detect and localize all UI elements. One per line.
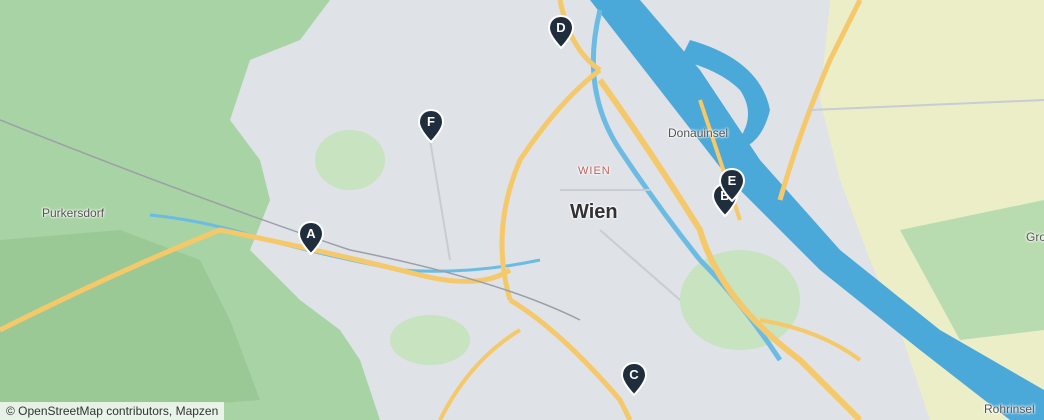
map-marker-e[interactable]: E bbox=[719, 168, 745, 202]
place-label-wien: Wien bbox=[570, 201, 618, 223]
park bbox=[315, 130, 385, 190]
map-marker-a[interactable]: A bbox=[298, 221, 324, 255]
marker-label: E bbox=[727, 173, 737, 188]
marker-label: C bbox=[629, 367, 639, 382]
marker-label: A bbox=[306, 226, 316, 241]
place-label-gro: Gro bbox=[1026, 230, 1044, 244]
map-marker-d[interactable]: D bbox=[548, 15, 574, 49]
district-label-wien: WIEN bbox=[578, 165, 611, 177]
map-marker-c[interactable]: C bbox=[621, 362, 647, 396]
place-label-donauinsel: Donauinsel bbox=[668, 126, 729, 140]
road-minor bbox=[599, 229, 681, 301]
place-label-purkersdorf: Purkersdorf bbox=[42, 206, 105, 220]
marker-label: D bbox=[556, 20, 566, 35]
road-minor bbox=[429, 139, 451, 261]
park bbox=[390, 315, 470, 365]
map-base-layer bbox=[0, 0, 1044, 420]
marker-label: F bbox=[427, 114, 435, 129]
road-south bbox=[508, 297, 633, 420]
place-label-rohrinsel: Rohrinsel bbox=[984, 402, 1035, 416]
map-marker-f[interactable]: F bbox=[418, 109, 444, 143]
map-attribution[interactable]: © OpenStreetMap contributors, Mapzen bbox=[0, 402, 225, 420]
map-canvas[interactable]: Purkersdorf Wien WIEN Donauinsel Gro Roh… bbox=[0, 0, 1044, 420]
